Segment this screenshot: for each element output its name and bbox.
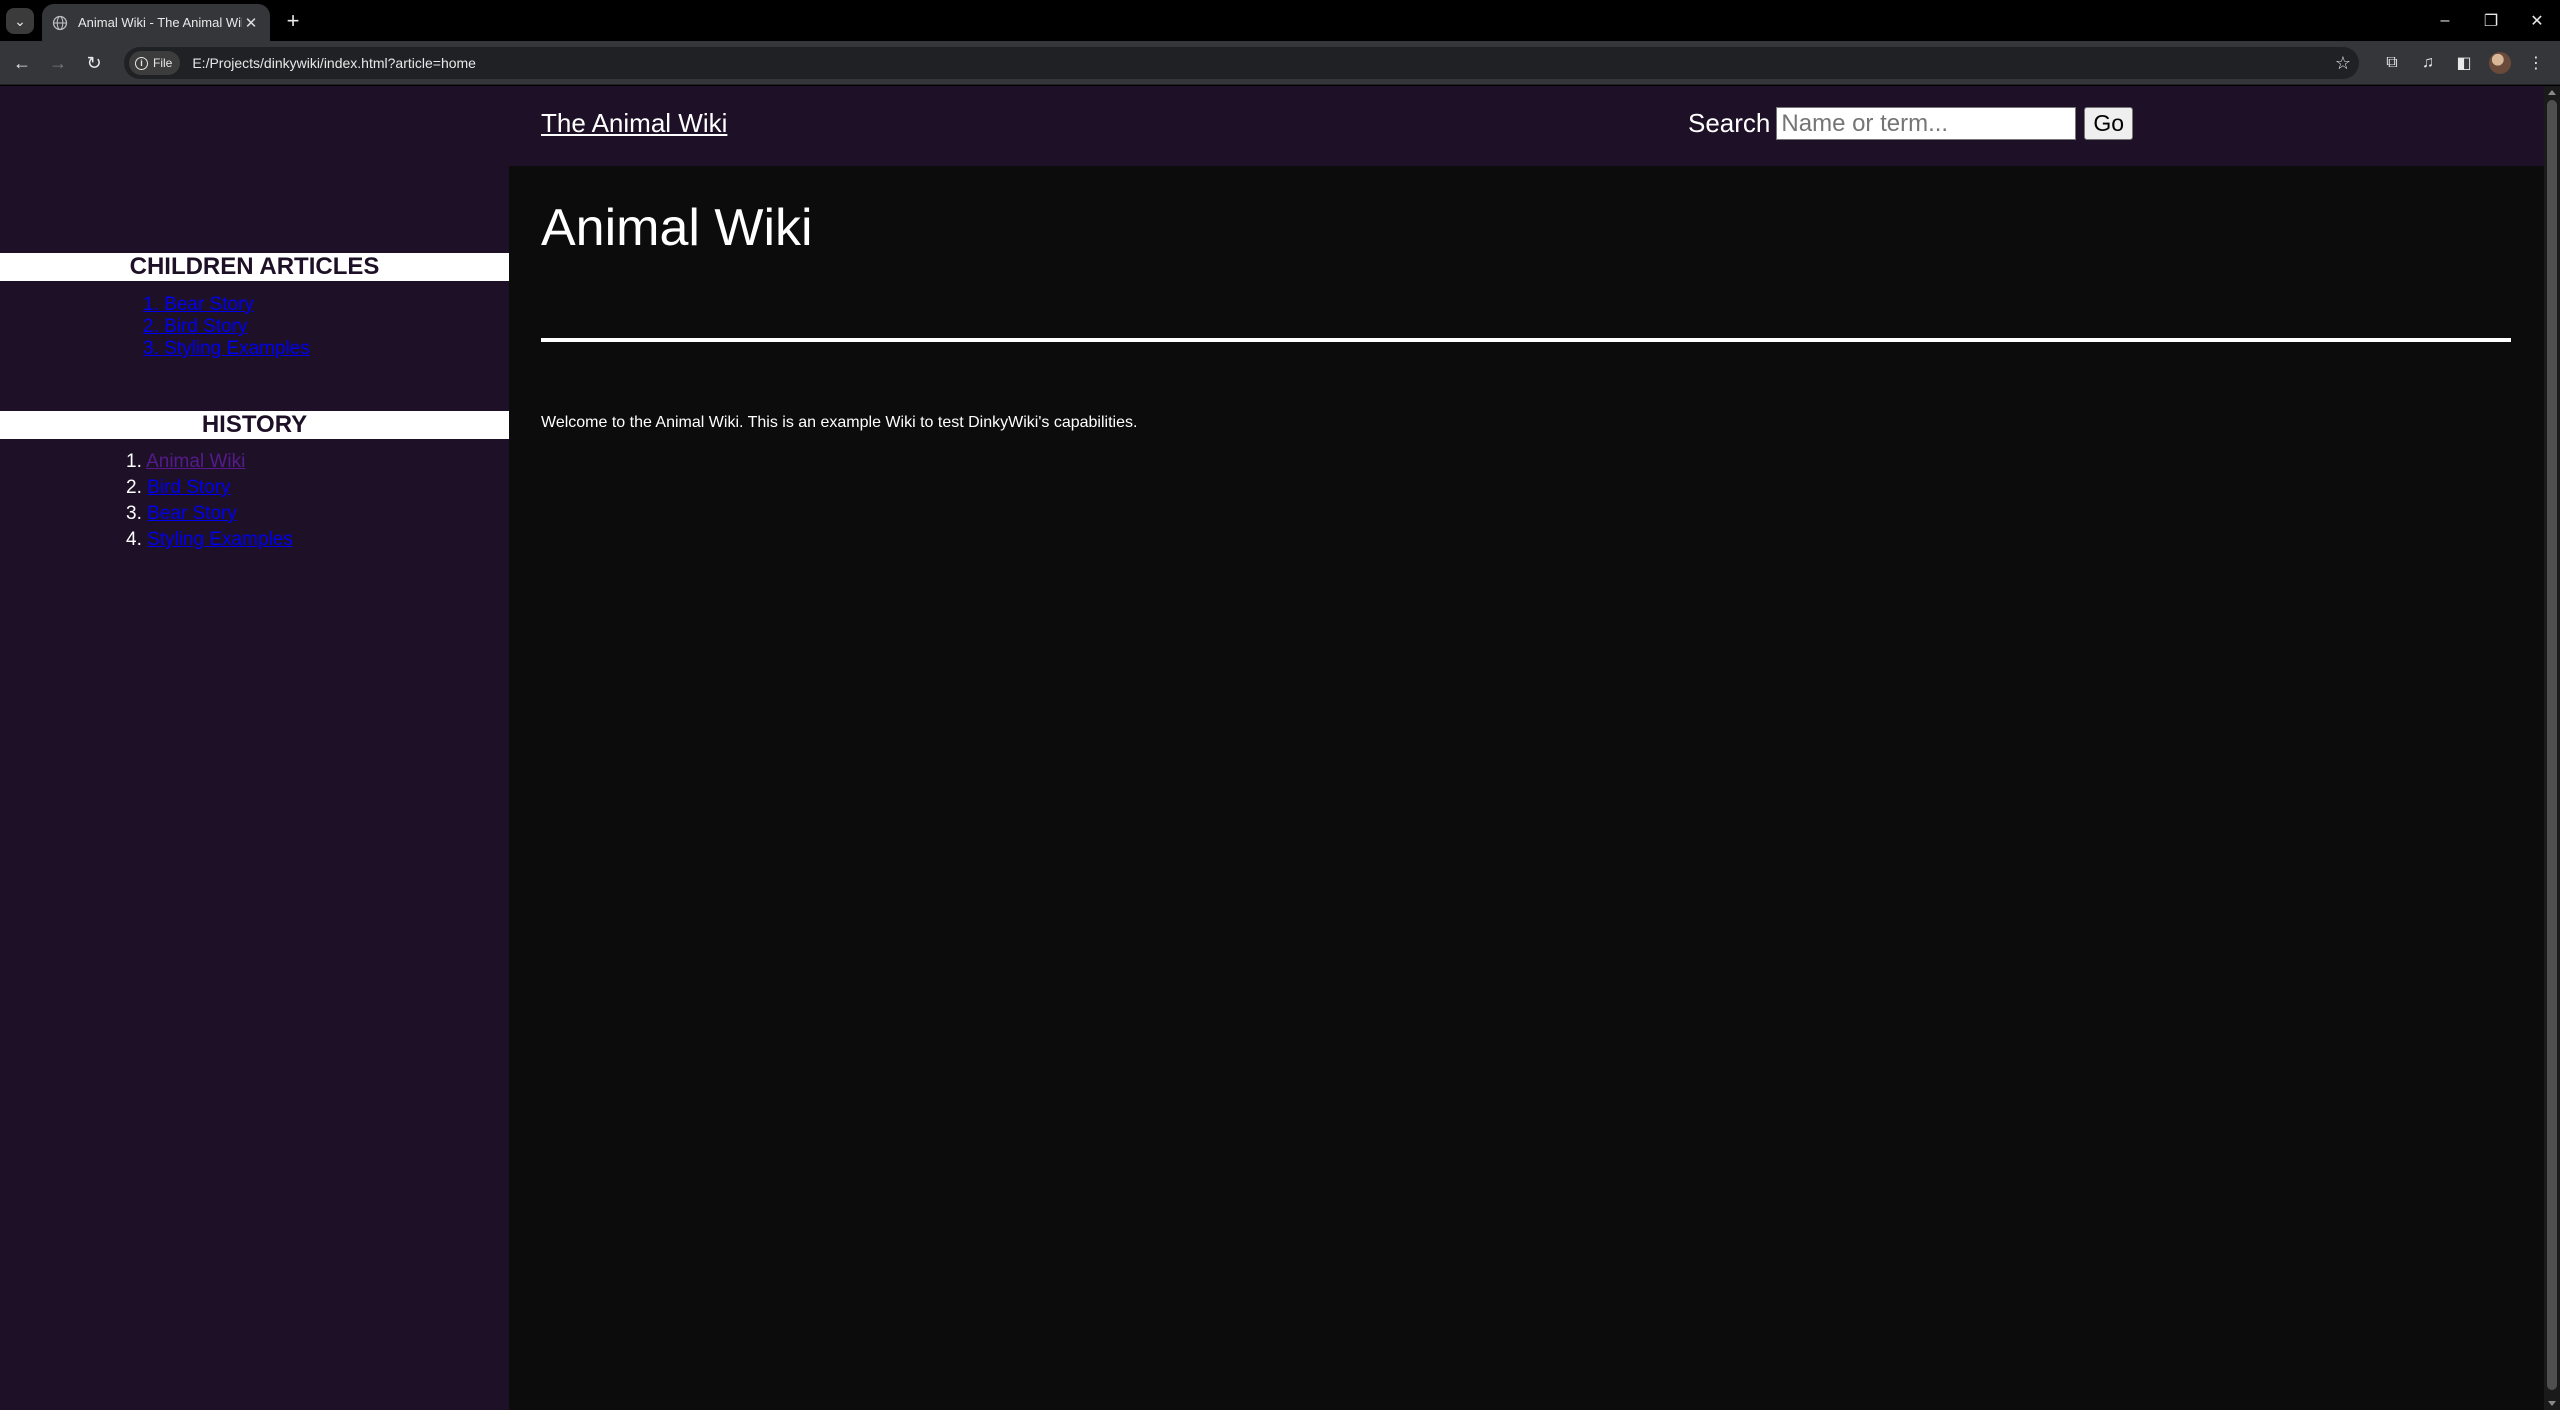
tab-list-icon[interactable]: ⌄ [6,8,34,34]
minimize-icon[interactable]: – [2422,0,2468,41]
history-heading: HISTORY [0,411,509,439]
history-link[interactable]: Bear Story [147,503,237,524]
search-input[interactable] [1776,107,2077,140]
link-label: Styling Examples [164,338,310,359]
list-number: 1. [126,451,142,472]
back-icon[interactable]: ← [8,49,36,77]
article-body: Welcome to the Animal Wiki. This is an e… [541,414,1138,431]
search-label: Search [1688,108,1771,138]
address-bar[interactable]: i File E:/Projects/dinkywiki/index.html?… [124,47,2359,79]
reload-icon[interactable]: ↻ [80,49,108,77]
list-item: 3. Styling Examples [143,338,310,360]
star-icon[interactable]: ☆ [2327,53,2359,74]
child-article-link[interactable]: 1. Bear Story [143,294,254,315]
window-controls: – ❐ ✕ [2422,0,2560,41]
history-list: 1. Animal Wiki 2. Bird Story 3. Bear Sto… [126,449,293,553]
sidebar: CHILDREN ARTICLES 1. Bear Story 2. Bird … [0,166,509,1410]
heading-divider [541,338,2511,342]
browser-tab-bar: ⌄ Animal Wiki - The Animal Wiki ✕ + – ❐ … [0,0,2560,41]
globe-icon [52,15,68,30]
go-button[interactable]: Go [2084,107,2134,140]
list-item: 1. Animal Wiki [126,449,293,475]
profile-avatar[interactable] [2486,49,2514,77]
child-article-link[interactable]: 2. Bird Story [143,316,248,337]
list-number: 4. [126,529,142,550]
child-article-link[interactable]: 3. Styling Examples [143,338,310,359]
scrollbar-thumb[interactable] [2547,100,2557,1390]
forward-icon[interactable]: → [44,49,72,77]
tab-close-icon[interactable]: ✕ [242,14,260,32]
list-item: 4. Styling Examples [126,527,293,553]
site-header: The Animal Wiki Search Go [0,86,2544,166]
list-item: 2. Bird Story [143,316,310,338]
scroll-down-icon[interactable] [2548,1401,2556,1406]
menu-icon[interactable]: ⋮ [2522,49,2550,77]
list-item: 1. Bear Story [143,294,310,316]
toolbar-right-icons: ⧉ ♫ ◧ ⋮ [2378,49,2550,77]
close-icon[interactable]: ✕ [2514,0,2560,41]
search-form: Search Go [1688,107,2134,140]
info-icon: i [135,56,148,70]
scroll-up-icon[interactable] [2548,90,2556,95]
restore-icon[interactable]: ❐ [2468,0,2514,41]
list-number: 3. [143,338,159,359]
tab-title: Animal Wiki - The Animal Wiki [78,15,242,30]
site-info-chip[interactable]: i File [129,51,181,75]
page-scrollbar[interactable] [2544,86,2560,1410]
history-link[interactable]: Styling Examples [147,529,293,550]
page-viewport: The Animal Wiki Search Go CHILDREN ARTIC… [0,86,2560,1410]
url-text[interactable]: E:/Projects/dinkywiki/index.html?article… [192,55,2327,71]
link-label: Bird Story [164,316,248,337]
list-number: 1. [143,294,159,315]
site-title-link[interactable]: The Animal Wiki [541,108,727,139]
page-title: Animal Wiki [541,199,813,257]
browser-tab[interactable]: Animal Wiki - The Animal Wiki ✕ [42,4,270,41]
history-link[interactable]: Animal Wiki [146,451,245,472]
extensions-icon[interactable]: ⧉ [2378,49,2406,77]
list-item: 3. Bear Story [126,501,293,527]
list-number: 2. [143,316,159,337]
children-articles-list: 1. Bear Story 2. Bird Story 3. Styling E… [143,294,310,360]
link-label: Bear Story [164,294,254,315]
media-icon[interactable]: ♫ [2414,49,2442,77]
history-link[interactable]: Bird Story [147,477,230,498]
list-number: 2. [126,477,142,498]
browser-toolbar: ← → ↻ i File E:/Projects/dinkywiki/index… [0,41,2560,85]
side-panel-icon[interactable]: ◧ [2450,49,2478,77]
list-item: 2. Bird Story [126,475,293,501]
new-tab-button[interactable]: + [280,8,306,34]
list-number: 3. [126,503,142,524]
chip-label: File [153,56,173,70]
children-articles-heading: CHILDREN ARTICLES [0,253,509,281]
